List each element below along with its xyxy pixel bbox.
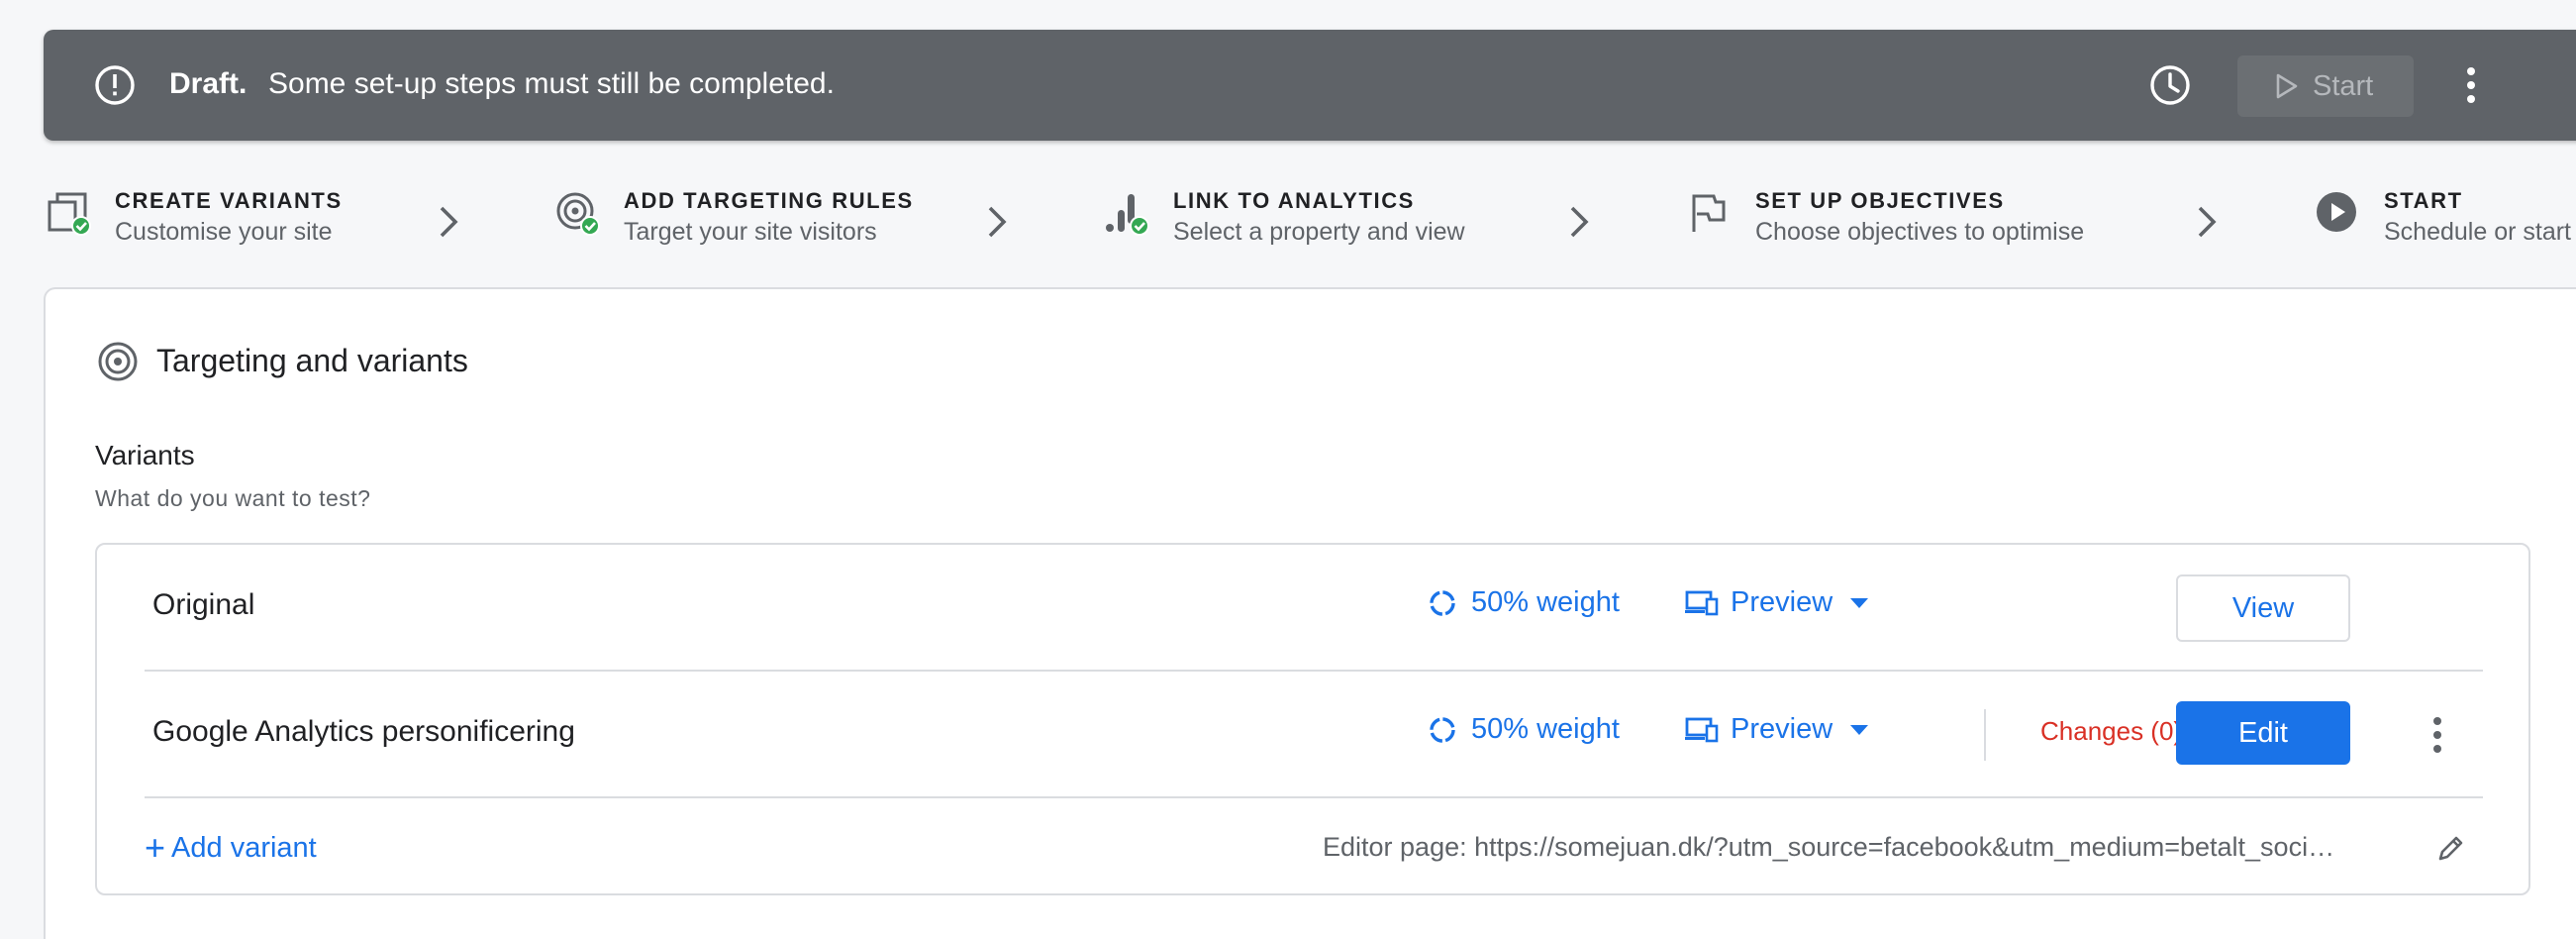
variant-weight-button[interactable]: 50% weight [1428,713,1620,746]
variant-weight-label: 50% weight [1471,713,1620,745]
variant-name: Original [152,588,255,621]
play-icon [2276,73,2298,99]
step-title: START [2384,188,2463,213]
step-title: CREATE VARIANTS [115,188,343,213]
view-button-label: View [2231,591,2295,624]
weight-ring-icon [1430,716,1455,743]
preview-dropdown[interactable]: Preview [1685,586,1869,619]
step-subtitle: Target your site visitors [624,218,877,246]
target-icon [556,192,600,236]
preview-label: Preview [1731,586,1833,618]
dropdown-arrow-icon [1850,724,1869,735]
preview-label: Preview [1731,713,1833,745]
plus-icon: + [145,827,166,868]
variants-list: Original 50% weight Preview View Google … [95,543,2530,895]
history-icon[interactable] [2148,63,2192,107]
devices-icon [1685,590,1719,615]
card-title: Targeting and variants [156,343,468,378]
variant-weight-button[interactable]: 50% weight [1428,586,1620,619]
view-button[interactable]: View [2176,574,2350,642]
chevron-right-icon [440,206,458,238]
variants-subheading: What do you want to test? [95,485,371,511]
variant-row-original: Original 50% weight Preview View [145,545,2483,672]
step-subtitle: Customise your site [115,218,333,246]
alert-circle-icon [95,65,135,105]
flag-icon [1692,194,1726,232]
target-icon [98,342,138,381]
analytics-icon [1106,194,1149,236]
draft-status-message: Some set-up steps must still be complete… [268,67,835,100]
changes-link[interactable]: Changes (0) [2040,716,2182,747]
chevron-right-icon [988,206,1007,238]
divider [1984,709,1986,761]
play-circle-icon [2317,192,2356,232]
step-subtitle: Schedule or start [2384,218,2571,246]
edit-button[interactable]: Edit [2176,701,2350,765]
status-banner: Draft. Some set-up steps must still be c… [44,30,2576,141]
step-title: SET UP OBJECTIVES [1755,188,2005,213]
variant-row-google-analytics: Google Analytics personificering 50% wei… [145,672,2483,798]
edit-button-label: Edit [2238,716,2288,749]
more-vert-icon[interactable] [2451,59,2491,111]
draft-status-label: Draft. [169,67,248,100]
start-button-label: Start [2313,69,2374,102]
add-variant-button[interactable]: + Add variant [145,830,317,866]
variants-heading: Variants [95,440,195,470]
chevron-right-icon [1570,206,1589,238]
dropdown-arrow-icon [1850,597,1869,608]
editor-page-url: Editor page: https://somejuan.dk/?utm_so… [1323,832,2335,862]
step-subtitle: Choose objectives to optimise [1755,218,2085,246]
preview-dropdown[interactable]: Preview [1685,713,1869,746]
variant-name: Google Analytics personificering [152,715,575,748]
devices-icon [1685,717,1719,742]
pencil-icon[interactable] [2435,832,2467,864]
more-vert-icon[interactable] [2424,711,2451,759]
step-subtitle: Select a property and view [1173,218,1465,246]
step-title: LINK TO ANALYTICS [1173,188,1415,213]
variants-icon [48,192,91,236]
start-button[interactable]: Start [2237,55,2414,117]
add-variant-label: Add variant [171,831,317,864]
setup-stepper: CREATE VARIANTS Customise your site ADD … [0,178,2576,267]
chevron-right-icon [2198,206,2217,238]
weight-ring-icon [1430,589,1455,616]
variant-weight-label: 50% weight [1471,586,1620,618]
targeting-variants-card: Targeting and variants Variants What do … [44,287,2576,939]
step-title: ADD TARGETING RULES [624,188,914,213]
